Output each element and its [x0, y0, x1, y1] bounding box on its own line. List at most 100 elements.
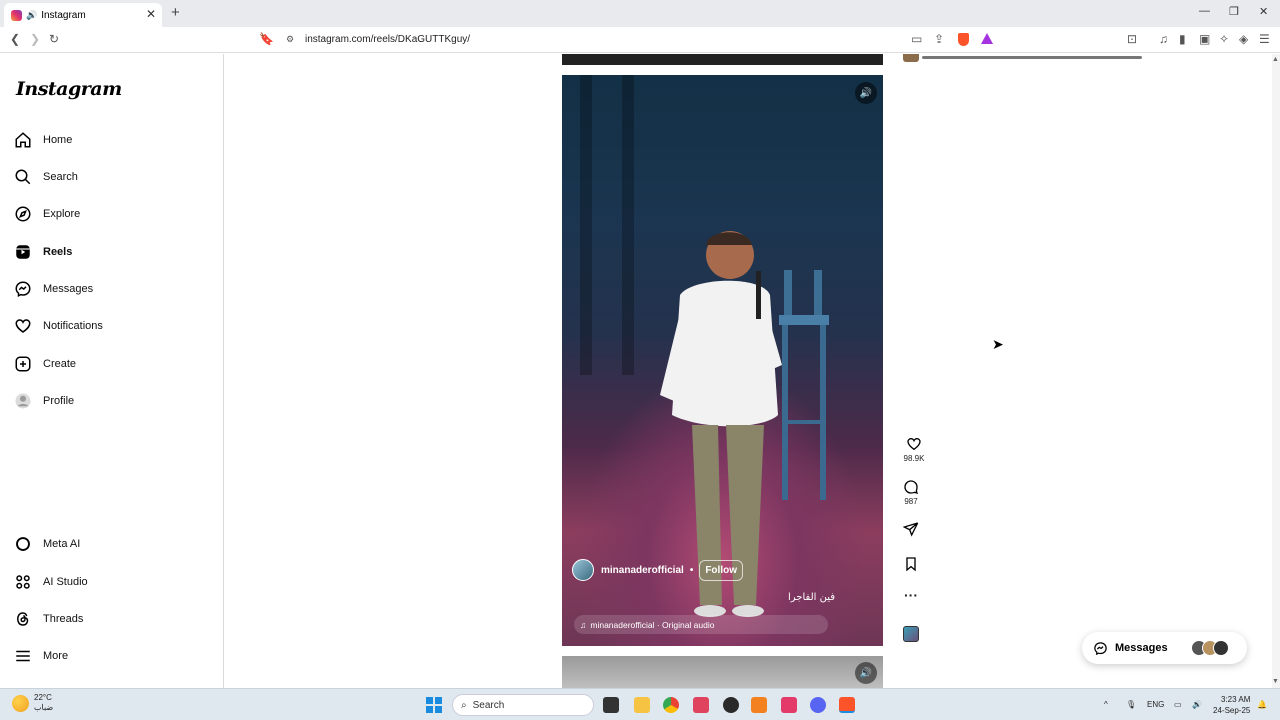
nav-notifications[interactable]: Notifications [14, 314, 204, 338]
nav-messages[interactable]: Messages [14, 277, 204, 301]
volume-icon[interactable]: 🔊 [855, 82, 877, 104]
reels-feed[interactable]: 🔊 minanaderofficial • Follow فين الفاجرا… [224, 54, 1272, 696]
nav-ai-studio[interactable]: AI Studio [14, 570, 204, 594]
author-avatar[interactable] [572, 559, 594, 581]
search-icon [15, 169, 31, 185]
clock-time: 3:23 AM [1221, 695, 1251, 704]
audio-thumbnail[interactable] [903, 626, 919, 642]
comment-button[interactable]: 987 [898, 479, 924, 506]
follow-button[interactable]: Follow [699, 559, 743, 581]
audio-playing-icon[interactable]: 🔊 [26, 10, 37, 21]
bookmark-icon[interactable]: 🔖 [259, 32, 274, 46]
tiktok-icon[interactable] [781, 697, 797, 713]
nav-more[interactable]: More [14, 644, 204, 668]
volume-icon[interactable]: 🔊 [1192, 700, 1202, 709]
reload-button-icon[interactable]: ↻ [49, 32, 59, 46]
scroll-up-icon[interactable]: ▲ [1272, 56, 1279, 63]
brave-rewards-icon[interactable] [981, 33, 993, 44]
nav-reels[interactable]: Reels [14, 240, 204, 264]
site-settings-icon[interactable]: ⚙ [286, 34, 294, 45]
file-explorer-icon[interactable] [634, 697, 650, 713]
scroll-down-icon[interactable]: ▼ [1272, 678, 1279, 685]
media-controls-icon[interactable]: ♫ [1159, 32, 1168, 46]
wallet-icon[interactable]: ▣ [1199, 32, 1210, 46]
stage-curtain [622, 75, 634, 375]
nav-threads[interactable]: Threads [14, 607, 204, 631]
taskbar-search[interactable]: ⌕ Search [452, 694, 594, 716]
tab-search-icon[interactable]: ⊡ [1127, 32, 1137, 46]
close-tab-icon[interactable]: ✕ [146, 7, 156, 21]
chrome-icon[interactable] [663, 697, 679, 713]
nav-label: Create [43, 358, 77, 370]
nav-search[interactable]: Search [14, 165, 204, 189]
messages-label: Messages [1115, 642, 1168, 654]
brave-shields-icon[interactable] [958, 33, 969, 46]
separator-dot: • [689, 564, 694, 576]
weather-widget[interactable]: 22°C ضباب [12, 693, 53, 713]
nav-label: Threads [43, 613, 84, 625]
network-icon[interactable]: ▭ [1174, 700, 1182, 709]
app-icon[interactable] [723, 697, 739, 713]
nav-home[interactable]: Home [14, 128, 204, 152]
nav-create[interactable]: Create [14, 352, 204, 376]
sidebar-toggle-icon[interactable]: ▮ [1179, 32, 1186, 46]
nav-label: Home [43, 134, 73, 146]
comment-count: 987 [904, 497, 918, 506]
previous-audio-thumbnail[interactable] [903, 54, 919, 62]
leo-ai-icon[interactable]: ✧ [1219, 32, 1229, 46]
back-button-icon[interactable]: ❮ [10, 32, 20, 46]
minimize-window-button[interactable]: — [1199, 5, 1210, 17]
paper-plane-icon [903, 522, 919, 537]
previous-reel-edge[interactable] [562, 54, 1142, 65]
microphone-icon[interactable]: 🎙 [1126, 700, 1136, 709]
instagram-favicon-icon [11, 9, 22, 21]
vpn-icon[interactable]: ◈ [1239, 32, 1248, 46]
volume-icon[interactable]: 🔊 [855, 662, 877, 684]
show-hidden-icons[interactable]: ^ [1104, 700, 1108, 709]
more-options-icon[interactable]: ··· [898, 588, 924, 602]
stage-curtain [580, 75, 592, 375]
message-avatars [1190, 640, 1229, 656]
threads-icon [16, 612, 29, 626]
discord-icon[interactable] [810, 697, 826, 713]
home-icon [15, 132, 31, 148]
taskbar-clock[interactable]: 3:23 AM 24-Sep-25 [1213, 694, 1250, 716]
reel-video[interactable]: 🔊 minanaderofficial • Follow فين الفاجرا… [562, 75, 883, 646]
reel-caption[interactable]: فين الفاجرا [788, 592, 835, 603]
restore-window-button[interactable]: ❐ [1229, 5, 1239, 18]
browser-toolbar: ❮ ❯ ↻ 🔖 ⚙ instagram.com/reels/DKaGUTTKgu… [0, 27, 1280, 53]
task-view-icon[interactable] [603, 697, 619, 713]
like-button[interactable]: 98.9K [901, 436, 927, 463]
windows-taskbar: 22°C ضباب ⌕ Search ^ 🎙 ENG ▭ 🔊 3:23 AM 2… [0, 688, 1280, 720]
app-icon[interactable] [693, 697, 709, 713]
author-username[interactable]: minanaderofficial [601, 565, 684, 576]
share-button[interactable] [898, 521, 924, 539]
install-app-icon[interactable]: ▭ [911, 32, 922, 46]
language-indicator[interactable]: ENG [1147, 700, 1164, 709]
nav-label: Reels [43, 246, 73, 258]
mouse-cursor-icon: ➤ [992, 336, 1004, 352]
notification-center-icon[interactable]: 🔔 [1257, 700, 1267, 709]
cloud-app-icon[interactable] [751, 697, 767, 713]
browser-tab-instagram[interactable]: 🔊 Instagram ✕ [4, 3, 162, 27]
weather-sun-icon [12, 694, 29, 712]
menu-icon[interactable]: ☰ [1259, 32, 1270, 46]
forward-button-icon[interactable]: ❯ [30, 32, 40, 46]
address-bar[interactable]: instagram.com/reels/DKaGUTTKguy/ [305, 34, 470, 45]
page-scrollbar[interactable]: ▲ ▼ [1272, 54, 1280, 688]
save-button[interactable] [898, 556, 924, 574]
close-window-button[interactable]: ✕ [1259, 5, 1268, 18]
share-icon[interactable]: ⇪ [934, 32, 944, 46]
new-tab-button[interactable]: + [171, 4, 180, 21]
messenger-icon [1094, 641, 1107, 655]
nav-meta-ai[interactable]: Meta AI [14, 532, 204, 556]
instagram-logo[interactable]: Instagram [16, 78, 122, 100]
audio-attribution[interactable]: ♫ minanaderofficial · Original audio [574, 615, 828, 634]
nav-explore[interactable]: Explore [14, 202, 204, 226]
hamburger-icon [16, 650, 30, 662]
nav-profile[interactable]: Profile [14, 389, 204, 413]
heart-icon [907, 437, 921, 451]
brave-browser-icon[interactable] [839, 697, 855, 713]
messages-button[interactable]: Messages [1082, 632, 1247, 664]
windows-start-icon[interactable] [426, 697, 442, 713]
